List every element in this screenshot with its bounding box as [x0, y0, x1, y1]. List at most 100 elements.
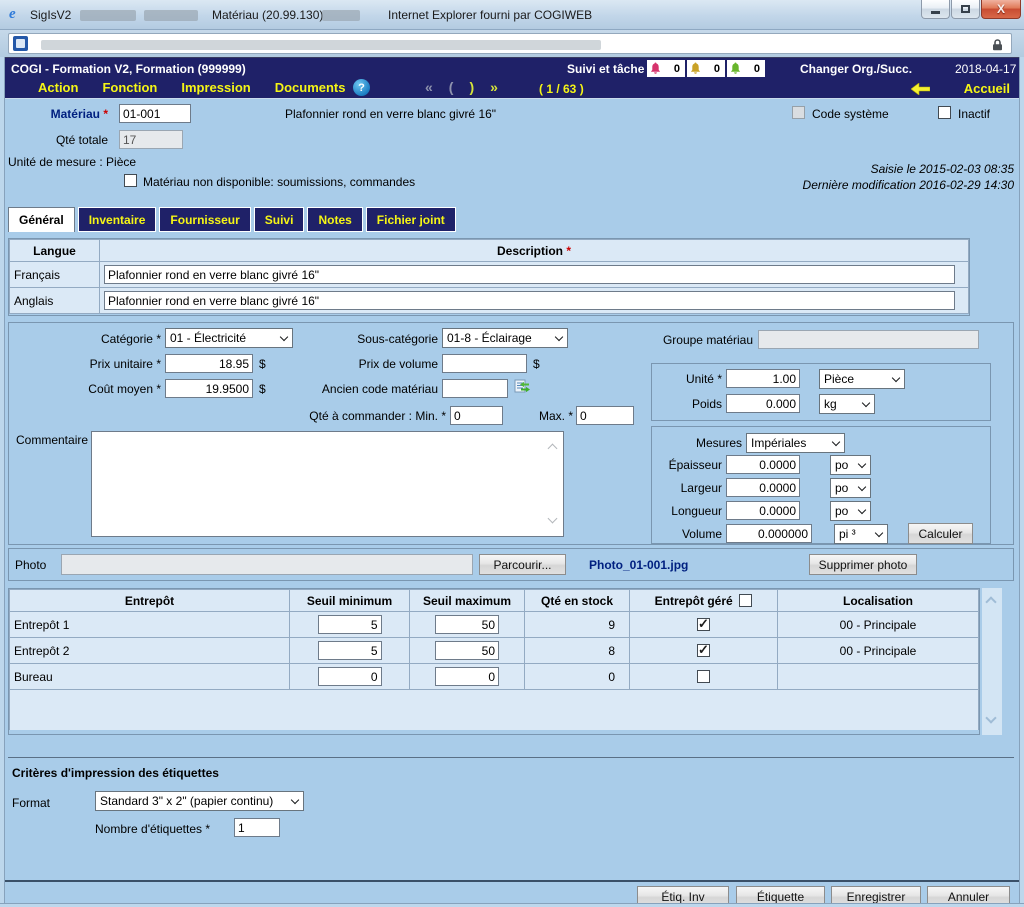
- previous-record-button[interactable]: (: [449, 79, 454, 95]
- entrepot-gere-checkbox[interactable]: [697, 670, 710, 683]
- inactif-checkbox[interactable]: [938, 106, 951, 119]
- scroll-up-icon[interactable]: [985, 596, 996, 607]
- prix-volume-label: Prix de volume: [309, 357, 438, 371]
- tab-notes[interactable]: Notes: [307, 207, 362, 232]
- currency-sign: $: [259, 382, 266, 396]
- current-date: 2018-04-17: [955, 62, 1016, 76]
- epaisseur-unit-select[interactable]: po: [830, 455, 871, 475]
- langue-francais-label: Français: [10, 262, 100, 288]
- qte-max-field[interactable]: [576, 406, 634, 425]
- longueur-field[interactable]: [726, 501, 800, 520]
- photo-filename-link[interactable]: Photo_01-001.jpg: [589, 558, 688, 572]
- window-frame: [0, 57, 5, 907]
- currency-sign: $: [533, 357, 540, 371]
- commentaire-textarea[interactable]: [91, 431, 564, 537]
- prix-unitaire-label: Prix unitaire *: [9, 357, 161, 371]
- etiq-inv-button[interactable]: Étiq. Inv: [637, 886, 729, 903]
- first-record-button[interactable]: «: [425, 79, 433, 95]
- largeur-unit-select[interactable]: po: [830, 478, 871, 498]
- tab-fichier-joint[interactable]: Fichier joint: [366, 207, 456, 232]
- lookup-refresh-icon[interactable]: [514, 379, 531, 396]
- scroll-down-icon[interactable]: [985, 712, 996, 723]
- parcourir-button[interactable]: Parcourir...: [479, 554, 566, 575]
- changer-org-link[interactable]: Changer Org./Succ.: [800, 62, 912, 76]
- largeur-field[interactable]: [726, 478, 800, 497]
- seuil-min-field[interactable]: [318, 615, 382, 634]
- categorie-select[interactable]: 01 - Électricité: [165, 328, 293, 348]
- tab-general[interactable]: Général: [8, 207, 75, 232]
- volume-field[interactable]: [726, 524, 812, 543]
- table-row: Entrepôt 1 9 00 - Principale: [10, 612, 979, 638]
- close-button[interactable]: X: [981, 0, 1021, 19]
- seuil-max-field[interactable]: [435, 615, 499, 634]
- minimize-icon: [931, 11, 940, 14]
- sous-categorie-select[interactable]: 01-8 - Éclairage: [442, 328, 568, 348]
- volume-unit-select[interactable]: pi ³: [834, 524, 888, 544]
- next-record-button[interactable]: ): [469, 79, 474, 95]
- unite-select[interactable]: Pièce: [819, 369, 905, 389]
- table-scrollbar[interactable]: [982, 588, 1002, 735]
- unite-mesure-text: Unité de mesure : Pièce: [8, 155, 136, 169]
- etiquette-button[interactable]: Étiquette: [736, 886, 825, 903]
- ancien-code-field[interactable]: [442, 379, 508, 398]
- address-bar: [0, 30, 1024, 57]
- cout-moyen-field[interactable]: [165, 379, 253, 398]
- suivi-badge-red[interactable]: 0: [647, 60, 685, 77]
- menu-fonction[interactable]: Fonction: [102, 80, 157, 95]
- suivi-badge-yellow[interactable]: 0: [687, 60, 725, 77]
- materiau-code-field[interactable]: [119, 104, 191, 123]
- chevron-down-icon: [858, 459, 866, 467]
- format-select[interactable]: Standard 3" x 2" (papier continu): [95, 791, 304, 811]
- longueur-unit-select[interactable]: po: [830, 501, 871, 521]
- entrepot-gere-checkbox[interactable]: [697, 644, 710, 657]
- poids-unit-select[interactable]: kg: [819, 394, 875, 414]
- seuil-max-field[interactable]: [435, 667, 499, 686]
- mesures-select[interactable]: Impériales: [746, 433, 845, 453]
- prix-volume-field[interactable]: [442, 354, 527, 373]
- maximize-icon: [961, 5, 970, 13]
- seuil-min-field[interactable]: [318, 667, 382, 686]
- tab-suivi[interactable]: Suivi: [254, 207, 305, 232]
- description-en-field[interactable]: [104, 291, 955, 310]
- epaisseur-field[interactable]: [726, 455, 800, 474]
- unite-field[interactable]: [726, 369, 800, 388]
- menu-impression[interactable]: Impression: [181, 80, 250, 95]
- enregistrer-button[interactable]: Enregistrer: [831, 886, 921, 903]
- mesures-label: Mesures: [652, 436, 742, 450]
- prix-unitaire-field[interactable]: [165, 354, 253, 373]
- materiau-form: Matériau * Plafonnier rond en verre blan…: [0, 99, 1024, 903]
- suivi-badge-green[interactable]: 0: [727, 60, 765, 77]
- seuil-max-field[interactable]: [435, 641, 499, 660]
- menu-documents[interactable]: Documents: [275, 80, 346, 95]
- entrepot-gere-all-checkbox[interactable]: [739, 594, 752, 607]
- seuil-min-field[interactable]: [318, 641, 382, 660]
- supprimer-photo-button[interactable]: Supprimer photo: [809, 554, 917, 575]
- poids-field[interactable]: [726, 394, 800, 413]
- entrepot-name: Entrepôt 2: [10, 638, 290, 664]
- bell-green-icon: [730, 62, 741, 75]
- langue-anglais-label: Anglais: [10, 288, 100, 314]
- accueil-link[interactable]: Accueil: [964, 81, 1010, 96]
- help-icon[interactable]: ?: [353, 79, 370, 96]
- maximize-button[interactable]: [951, 0, 980, 19]
- last-record-button[interactable]: »: [490, 79, 498, 95]
- chevron-down-icon: [555, 332, 563, 340]
- calculer-button[interactable]: Calculer: [908, 523, 973, 544]
- url-input[interactable]: [8, 33, 1012, 54]
- org-title: COGI - Formation V2, Formation (999999): [11, 62, 246, 76]
- description-row: Français: [10, 262, 969, 288]
- nombre-etiquettes-field[interactable]: [234, 818, 280, 837]
- tab-fournisseur[interactable]: Fournisseur: [159, 207, 250, 232]
- chevron-down-icon: [832, 437, 840, 445]
- minimize-button[interactable]: [921, 0, 950, 19]
- back-arrow-icon[interactable]: [911, 83, 930, 95]
- tab-inventaire[interactable]: Inventaire: [78, 207, 157, 232]
- chevron-down-icon: [875, 528, 883, 536]
- menu-action[interactable]: Action: [38, 80, 78, 95]
- langue-header: Langue: [10, 240, 100, 262]
- entrepot-gere-checkbox[interactable]: [697, 618, 710, 631]
- non-disponible-checkbox[interactable]: [124, 174, 137, 187]
- description-fr-field[interactable]: [104, 265, 955, 284]
- qte-min-field[interactable]: [450, 406, 503, 425]
- annuler-button[interactable]: Annuler: [927, 886, 1010, 903]
